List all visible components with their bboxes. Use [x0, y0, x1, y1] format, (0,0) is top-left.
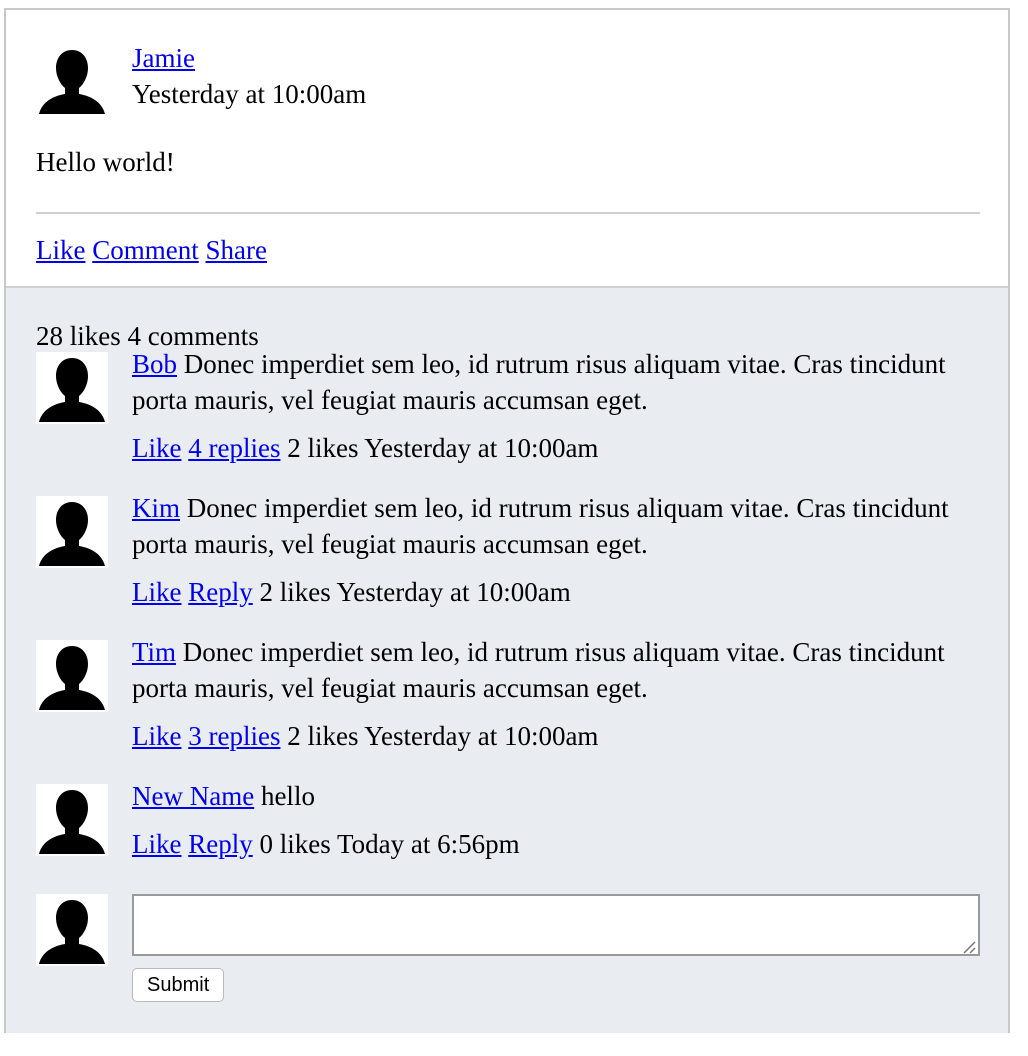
post: Jamie Yesterday at 10:00am Hello world! … [6, 10, 1008, 288]
comment-text: Donec imperdiet sem leo, id rutrum risus… [132, 349, 946, 415]
comments-section: 28 likes 4 comments Bob Donec imperdiet … [6, 288, 1008, 1033]
avatar-icon [36, 640, 108, 712]
comment-author-link[interactable]: New Name [132, 781, 254, 811]
post-actions: Like Comment Share [36, 232, 267, 268]
comment-author-link[interactable]: Bob [132, 349, 177, 379]
avatar-icon [36, 894, 108, 966]
comment-like-link[interactable]: Like [132, 577, 181, 607]
comment-reply-link[interactable]: Reply [188, 577, 253, 607]
comment-meta: Like 3 replies 2 likes Yesterday at 10:0… [132, 718, 598, 754]
comment-body: Bob Donec imperdiet sem leo, id rutrum r… [132, 346, 982, 418]
comment-body: Tim Donec imperdiet sem leo, id rutrum r… [132, 634, 982, 706]
comment-timestamp: Yesterday at 10:00am [336, 577, 571, 607]
share-link[interactable]: Share [205, 235, 266, 265]
divider [36, 212, 980, 214]
comment-likes-count: 2 likes [287, 433, 359, 463]
comment-text: hello [260, 781, 315, 811]
avatar-icon [36, 784, 108, 856]
post-timestamp: Yesterday at 10:00am [132, 79, 367, 109]
like-link[interactable]: Like [36, 235, 85, 265]
comment-meta: Like 4 replies 2 likes Yesterday at 10:0… [132, 430, 598, 466]
comment-author-link[interactable]: Kim [132, 493, 180, 523]
avatar-icon [36, 44, 108, 116]
comment-reply-link[interactable]: Reply [188, 829, 253, 859]
likes-count: 28 likes [36, 321, 121, 351]
comment-body: New Name hello [132, 778, 982, 814]
comment-text: Donec imperdiet sem leo, id rutrum risus… [132, 493, 949, 559]
comment-likes-count: 2 likes [259, 577, 331, 607]
comment-link[interactable]: Comment [92, 235, 199, 265]
comment-like-link[interactable]: Like [132, 433, 181, 463]
post-card: Jamie Yesterday at 10:00am Hello world! … [4, 8, 1010, 1033]
comment-textarea[interactable] [132, 894, 980, 956]
comment-timestamp: Yesterday at 10:00am [364, 433, 599, 463]
comment-meta: Like Reply 0 likes Today at 6:56pm [132, 826, 520, 862]
comment-likes-count: 2 likes [287, 721, 359, 751]
comment-like-link[interactable]: Like [132, 829, 181, 859]
avatar-icon [36, 496, 108, 568]
post-author-line: Jamie [132, 40, 195, 76]
comment-meta: Like Reply 2 likes Yesterday at 10:00am [132, 574, 571, 610]
post-text: Hello world! [36, 147, 175, 177]
comment-replies-link[interactable]: 4 replies [188, 433, 280, 463]
comment-timestamp: Today at 6:56pm [337, 829, 520, 859]
comment-author-link[interactable]: Tim [132, 637, 176, 667]
avatar-icon [36, 352, 108, 424]
comment-like-link[interactable]: Like [132, 721, 181, 751]
comment-likes-count: 0 likes [259, 829, 331, 859]
comment-body: Kim Donec imperdiet sem leo, id rutrum r… [132, 490, 982, 562]
comment-text: Donec imperdiet sem leo, id rutrum risus… [132, 637, 945, 703]
comment-replies-link[interactable]: 3 replies [188, 721, 280, 751]
post-author-link[interactable]: Jamie [132, 43, 195, 73]
submit-button[interactable]: Submit [132, 968, 225, 1002]
resize-grip-icon[interactable] [960, 938, 976, 954]
comment-timestamp: Yesterday at 10:00am [364, 721, 599, 751]
